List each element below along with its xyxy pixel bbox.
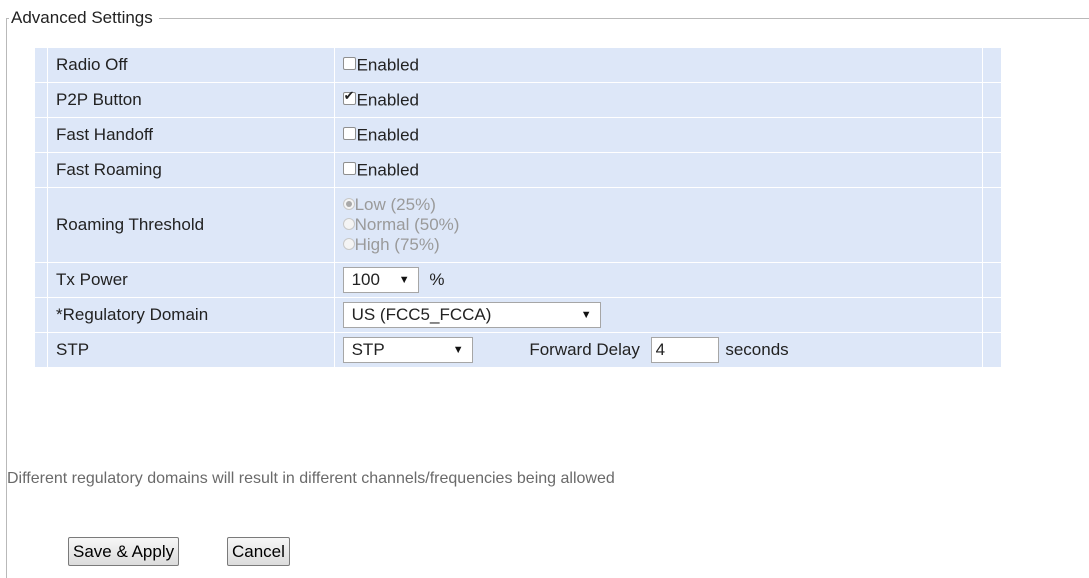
roaming-threshold-high-radio[interactable] bbox=[342, 237, 355, 250]
fast-handoff-option-label: Enabled bbox=[356, 125, 419, 145]
roaming-threshold-normal-radio[interactable] bbox=[342, 217, 355, 230]
fast-roaming-label: Fast Roaming bbox=[48, 153, 334, 187]
cancel-button[interactable]: Cancel bbox=[227, 537, 290, 566]
fast-roaming-checkbox[interactable] bbox=[342, 161, 356, 175]
roaming-threshold-low-label: Low (25%) bbox=[354, 195, 436, 214]
chevron-down-icon: ▼ bbox=[398, 274, 410, 286]
save-apply-button[interactable]: Save & Apply bbox=[68, 537, 180, 566]
table-row: Radio Off Enabled bbox=[35, 48, 1001, 82]
stp-label: STP bbox=[48, 333, 334, 367]
chevron-down-icon: ▼ bbox=[580, 309, 592, 321]
fast-roaming-option-label: Enabled bbox=[356, 160, 419, 180]
p2p-button-checkbox[interactable] bbox=[342, 88, 356, 105]
table-row: *Regulatory Domain US (FCC5_FCCA) ▼ bbox=[35, 298, 1001, 332]
table-row: STP STP ▼ Forward Delay 4 seconds bbox=[35, 333, 1001, 367]
table-row: Fast Roaming Enabled bbox=[35, 153, 1001, 187]
roaming-threshold-high-label: High (75%) bbox=[354, 235, 440, 254]
regulatory-domain-select[interactable]: US (FCC5_FCCA) ▼ bbox=[342, 302, 601, 328]
tx-power-unit: % bbox=[429, 270, 445, 289]
roaming-threshold-normal-label: Normal (50%) bbox=[354, 215, 460, 234]
p2p-button-label: P2P Button bbox=[48, 83, 334, 117]
forward-delay-input[interactable]: 4 bbox=[650, 337, 719, 363]
stp-value: STP bbox=[351, 340, 385, 359]
fast-handoff-checkbox[interactable] bbox=[342, 126, 356, 140]
fast-handoff-label: Fast Handoff bbox=[48, 118, 334, 152]
section-title: Advanced Settings bbox=[9, 8, 159, 28]
table-row: P2P Button Enabled bbox=[35, 83, 1001, 117]
roaming-threshold-label: Roaming Threshold bbox=[48, 188, 334, 262]
tx-power-select[interactable]: 100 ▼ bbox=[342, 267, 419, 293]
stp-select[interactable]: STP ▼ bbox=[342, 337, 473, 363]
chevron-down-icon: ▼ bbox=[452, 344, 464, 356]
radio-off-label: Radio Off bbox=[48, 48, 334, 82]
roaming-threshold-low-radio[interactable] bbox=[342, 197, 355, 210]
regulatory-domain-label: *Regulatory Domain bbox=[48, 298, 334, 332]
tx-power-value: 100 bbox=[351, 270, 380, 289]
forward-delay-unit: seconds bbox=[725, 340, 789, 359]
table-row: Fast Handoff Enabled bbox=[35, 118, 1001, 152]
p2p-button-option-label: Enabled bbox=[356, 90, 419, 110]
regulatory-note: Different regulatory domains will result… bbox=[7, 470, 615, 487]
regulatory-domain-value: US (FCC5_FCCA) bbox=[351, 305, 492, 324]
settings-table: Radio Off Enabled P2P Button Enabled Fas… bbox=[34, 47, 1002, 368]
radio-off-checkbox[interactable] bbox=[342, 56, 356, 70]
tx-power-label: Tx Power bbox=[48, 263, 334, 297]
forward-delay-label: Forward Delay bbox=[529, 340, 640, 359]
table-row: Roaming Threshold Low (25%) Normal (50%)… bbox=[35, 188, 1001, 262]
radio-off-option-label: Enabled bbox=[356, 55, 419, 75]
table-row: Tx Power 100 ▼ % bbox=[35, 263, 1001, 297]
